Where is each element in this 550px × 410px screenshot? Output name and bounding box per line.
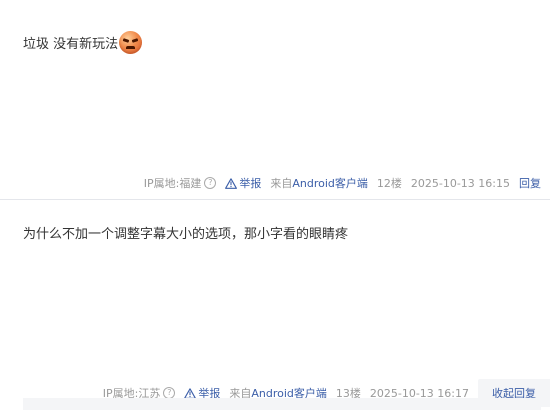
angry-face-emoji-icon: [119, 31, 143, 54]
report-button[interactable]: 举报: [225, 175, 261, 191]
warning-icon: [184, 387, 197, 399]
post-text: 为什么不加一个调整字幕大小的选项，那小字看的眼睛疼: [23, 227, 349, 242]
post-floor-13: 为什么不加一个调整字幕大小的选项，那小字看的眼睛疼 IP属地:江苏 ? 举报 来…: [0, 200, 550, 410]
ip-location: IP属地:福建 ?: [144, 175, 217, 191]
reply-panel: [23, 398, 541, 410]
client-prefix: 来自: [270, 177, 293, 190]
client-source: 来自Android客户端: [270, 175, 368, 191]
question-help-icon[interactable]: ?: [204, 177, 217, 189]
post-text: 垃圾 没有新玩法: [23, 37, 119, 52]
reply-button[interactable]: 回复: [519, 175, 541, 191]
post-content: 垃圾 没有新玩法: [23, 31, 143, 54]
warning-icon: [225, 177, 238, 189]
post-content: 为什么不加一个调整字幕大小的选项，那小字看的眼睛疼: [23, 223, 348, 242]
post-timestamp: 2025-10-13 16:15: [410, 176, 510, 190]
android-client-link[interactable]: Android客户端: [292, 177, 368, 190]
report-label: 举报: [239, 177, 262, 190]
floor-number: 12楼: [376, 177, 402, 190]
post-floor-12: 垃圾 没有新玩法 IP属地:福建 ? 举报 来自Android客户端 12楼 2…: [0, 0, 550, 200]
ip-location-text: IP属地:福建: [143, 177, 202, 190]
post-meta: IP属地:福建 ? 举报 来自Android客户端 12楼 2025-10-13…: [144, 175, 541, 191]
